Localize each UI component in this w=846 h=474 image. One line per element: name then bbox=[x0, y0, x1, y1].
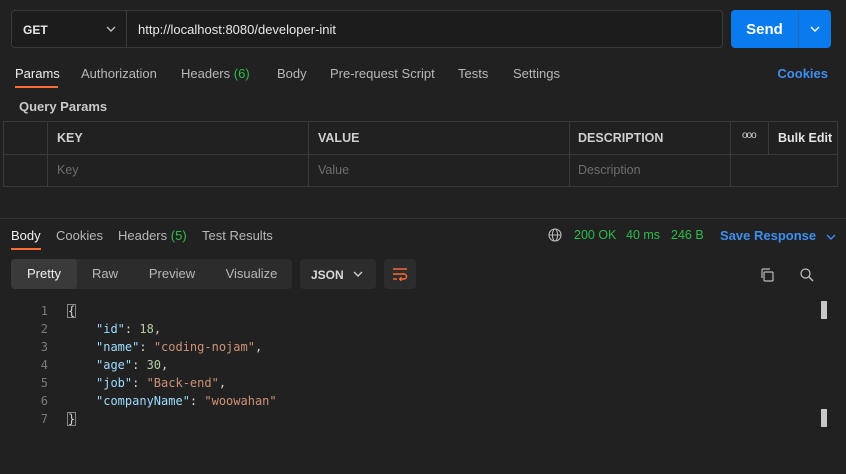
chevron-down-icon bbox=[353, 271, 363, 277]
globe-icon[interactable] bbox=[548, 228, 562, 242]
line-number: 4 bbox=[40, 358, 48, 372]
description-header: DESCRIPTION bbox=[578, 131, 664, 145]
code-line: "id": 18, bbox=[96, 322, 162, 336]
tab-authorization[interactable]: Authorization bbox=[81, 66, 157, 81]
line-number: 7 bbox=[40, 412, 48, 426]
json-key: "age" bbox=[96, 358, 133, 372]
send-button[interactable]: Send bbox=[731, 10, 798, 48]
response-time[interactable]: 40 ms bbox=[626, 228, 660, 242]
tab-headers-label: Headers bbox=[181, 66, 231, 81]
open-brace: { bbox=[67, 304, 77, 318]
cookies-link[interactable]: Cookies bbox=[777, 66, 828, 81]
line-number: 2 bbox=[40, 322, 48, 336]
response-tab-cookies[interactable]: Cookies bbox=[56, 228, 103, 243]
more-dots-icon: ooo bbox=[742, 130, 757, 141]
key-header: KEY bbox=[57, 131, 83, 145]
json-key: "id" bbox=[96, 322, 125, 336]
json-value: 18 bbox=[139, 322, 154, 336]
tab-settings[interactable]: Settings bbox=[513, 66, 560, 81]
line-number: 3 bbox=[40, 340, 48, 354]
save-response-button[interactable]: Save Response bbox=[720, 228, 836, 243]
line-number: 5 bbox=[40, 376, 48, 390]
code-line: { bbox=[67, 304, 77, 318]
view-tab-raw[interactable]: Raw bbox=[77, 259, 133, 289]
tab-body[interactable]: Body bbox=[277, 66, 307, 81]
code-line: "age": 30, bbox=[96, 358, 169, 372]
json-value: 30 bbox=[146, 358, 162, 372]
bulk-edit-button[interactable]: Bulk Edit bbox=[778, 131, 832, 145]
response-headers-count-badge: (5) bbox=[170, 228, 187, 243]
key-input[interactable]: Key bbox=[57, 163, 79, 177]
save-response-label: Save Response bbox=[720, 228, 817, 243]
tab-prerequest-script[interactable]: Pre-request Script bbox=[330, 66, 435, 81]
json-trail: , bbox=[218, 376, 227, 390]
copy-icon[interactable] bbox=[759, 267, 775, 283]
json-trail: , bbox=[254, 340, 263, 354]
json-value: "Back-end" bbox=[146, 376, 219, 390]
response-tab-body[interactable]: Body bbox=[11, 228, 41, 243]
json-value: "woowahan" bbox=[204, 394, 277, 408]
response-size[interactable]: 246 B bbox=[671, 228, 704, 242]
response-body-editor[interactable]: 1 2 3 4 5 6 7 { "id": 18, "name": "codin… bbox=[0, 300, 846, 474]
response-headers-label: Headers bbox=[118, 228, 168, 243]
url-input[interactable] bbox=[127, 11, 722, 47]
format-label: JSON bbox=[311, 268, 344, 282]
line-number: 1 bbox=[40, 304, 48, 318]
chevron-down-icon bbox=[106, 26, 116, 32]
tab-headers[interactable]: Headers (6) bbox=[181, 66, 250, 81]
active-tab-indicator bbox=[15, 86, 58, 88]
view-tab-preview[interactable]: Preview bbox=[133, 259, 211, 289]
send-button-group: Send bbox=[731, 10, 831, 48]
headers-count-badge: (6) bbox=[233, 66, 250, 81]
status-code[interactable]: 200 OK bbox=[574, 228, 616, 242]
format-select[interactable]: JSON bbox=[300, 259, 376, 289]
json-key: "name" bbox=[96, 340, 140, 354]
pane-divider[interactable] bbox=[0, 218, 846, 219]
tab-tests[interactable]: Tests bbox=[458, 66, 488, 81]
chevron-down-icon bbox=[810, 26, 820, 32]
json-key: "job" bbox=[96, 376, 133, 390]
search-icon[interactable] bbox=[799, 267, 815, 283]
code-line: "companyName": "woowahan" bbox=[96, 394, 277, 408]
response-tab-headers[interactable]: Headers (5) bbox=[118, 228, 187, 243]
description-input[interactable]: Description bbox=[578, 163, 641, 177]
json-trail: , bbox=[161, 358, 169, 372]
wrap-lines-icon bbox=[393, 268, 408, 281]
view-tab-visualize[interactable]: Visualize bbox=[211, 259, 292, 289]
method-label: GET bbox=[23, 23, 48, 37]
scrollbar-marker[interactable] bbox=[821, 409, 827, 427]
json-key: "companyName" bbox=[96, 394, 190, 408]
active-response-tab-indicator bbox=[11, 248, 41, 250]
tab-params[interactable]: Params bbox=[15, 66, 60, 81]
row-divider bbox=[4, 154, 837, 155]
params-table: KEY Key VALUE Value DESCRIPTION Descript… bbox=[3, 121, 838, 187]
value-input[interactable]: Value bbox=[318, 163, 349, 177]
wrap-lines-button[interactable] bbox=[384, 259, 416, 289]
request-bar: GET bbox=[11, 10, 723, 48]
json-value: "coding-nojam" bbox=[153, 340, 255, 354]
view-mode-tabs: Pretty Raw Preview Visualize bbox=[11, 259, 292, 289]
line-number: 6 bbox=[40, 394, 48, 408]
query-params-title: Query Params bbox=[19, 99, 108, 114]
value-header: VALUE bbox=[318, 131, 360, 145]
method-select[interactable]: GET bbox=[12, 11, 127, 47]
response-tab-test-results[interactable]: Test Results bbox=[202, 228, 273, 243]
view-tab-pretty[interactable]: Pretty bbox=[11, 259, 77, 289]
chevron-down-icon bbox=[826, 234, 836, 240]
scrollbar-thumb[interactable] bbox=[821, 301, 827, 319]
code-line: "name": "coding-nojam", bbox=[96, 340, 263, 354]
more-options-button[interactable]: ooo bbox=[731, 122, 769, 154]
json-trail: , bbox=[153, 322, 162, 336]
close-brace: } bbox=[67, 412, 77, 426]
code-line: } bbox=[67, 412, 77, 426]
code-line: "job": "Back-end", bbox=[96, 376, 227, 390]
send-options-button[interactable] bbox=[799, 10, 831, 48]
